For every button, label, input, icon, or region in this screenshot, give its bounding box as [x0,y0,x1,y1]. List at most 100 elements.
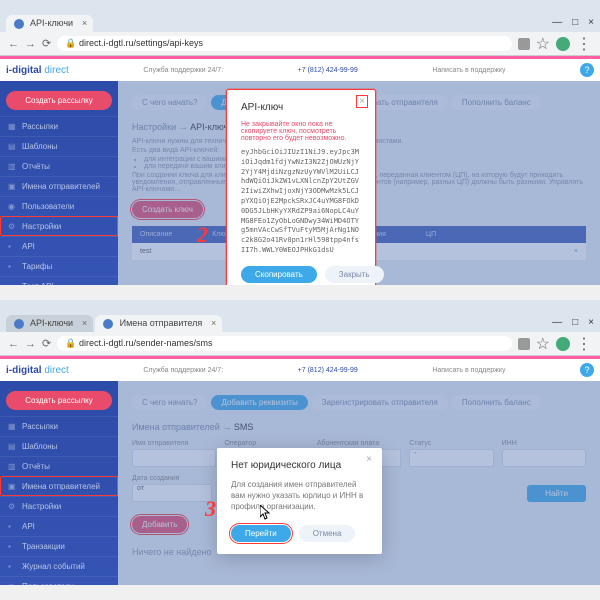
sidebar: Создать рассылку ▦Рассылки ▤Шаблоны ▥Отч… [0,81,118,285]
trans-icon: ▪ [8,542,17,551]
tab-title: Имена отправителя [120,318,203,328]
back-icon[interactable]: ← [8,338,19,350]
api-key-value: eyJhbGciOiJIUzI1NiJ9.eyJpc3MiOiJqdm1fdjY… [241,148,361,256]
close-icon[interactable]: × [357,96,367,107]
bookmark-icon[interactable]: ☆ [536,334,550,354]
sidebar-item[interactable]: ▪Транзакции [0,536,118,556]
maximize-icon[interactable]: □ [572,17,578,28]
support-phone[interactable]: +7 (812) 424-99-99 [298,67,358,74]
modal-title: API-ключ [241,102,361,113]
reload-icon[interactable]: ⟳ [42,37,51,50]
modal-warning: Не закрывайте окно пока не скопируете кл… [241,121,361,142]
forward-icon[interactable]: → [25,38,36,50]
callout-number: 3 [205,496,216,522]
close-button[interactable]: Закрыть [325,266,384,283]
profile-icon[interactable] [556,37,570,51]
sidebar-item[interactable]: ▥Отчёты [0,156,118,176]
sidebar-item[interactable]: ⚙Настройки [0,496,118,516]
sidebar-item[interactable]: ▥Отчёты [0,456,118,476]
report-icon: ▥ [8,162,17,171]
browser-tab-active[interactable]: Имена отправителя × [95,315,222,332]
help-icon[interactable]: ? [580,363,594,377]
test-icon: ▪ [8,282,17,285]
modal-title: Нет юридического лица [231,460,368,471]
browser-address-bar: ← → ⟳ 🔒 direct.i-dgtl.ru/settings/api-ke… [0,32,600,56]
close-icon[interactable]: × [211,318,216,328]
users-icon: ◉ [8,202,17,211]
sender-icon: ▣ [8,182,17,191]
browser-tab[interactable]: API-ключи × [6,315,93,332]
minimize-icon[interactable]: — [552,17,562,28]
window-controls: — □ × [552,317,594,332]
api-icon: ▪ [8,522,17,531]
close-icon[interactable]: × [82,318,87,328]
extension-icon[interactable] [518,38,530,50]
gear-icon: ⚙ [8,222,17,231]
close-icon[interactable]: × [364,454,374,465]
maximize-icon[interactable]: □ [572,317,578,328]
back-icon[interactable]: ← [8,38,19,50]
panel-sender-names: API-ключи × Имена отправителя × — □ × ← … [0,300,600,585]
forward-icon[interactable]: → [25,338,36,350]
create-campaign-button[interactable]: Создать рассылку [6,91,112,110]
go-button[interactable]: Перейти [231,525,291,542]
sidebar-item[interactable]: ▪API [0,516,118,536]
close-window-icon[interactable]: × [588,317,594,328]
sidebar-item[interactable]: ▣Имена отправителей [0,176,118,196]
write-support-link[interactable]: Написать в поддержку [432,367,505,374]
profile-icon[interactable] [556,337,570,351]
create-campaign-button[interactable]: Создать рассылку [6,391,112,410]
sidebar-item[interactable]: ▪Журнал событий [0,556,118,576]
template-icon: ▤ [8,442,17,451]
app-header: i-digital direct Служба поддержки 24/7: … [0,359,600,381]
url-input[interactable]: 🔒 direct.i-dgtl.ru/settings/api-keys [57,36,511,51]
gear-icon: ⚙ [8,502,17,511]
reload-icon[interactable]: ⟳ [42,337,51,350]
sender-icon: ▣ [8,482,17,491]
copy-button[interactable]: Скопировать [241,266,317,283]
sidebar-item[interactable]: ▤Шаблоны [0,436,118,456]
sidebar-item-sender-names[interactable]: ▣Имена отправителей [0,476,118,496]
bookmark-icon[interactable]: ☆ [536,34,550,54]
sidebar-item[interactable]: ▤Шаблоны [0,136,118,156]
url-input[interactable]: 🔒 direct.i-dgtl.ru/sender-names/sms [57,336,511,351]
sidebar-item[interactable]: ▪Тест API [0,276,118,285]
browser-address-bar: ← → ⟳ 🔒 direct.i-dgtl.ru/sender-names/sm… [0,332,600,356]
users-icon: ◉ [8,582,17,585]
window-controls: — □ × [552,17,594,32]
favicon [14,19,24,29]
write-support-link[interactable]: Написать в поддержку [432,67,505,74]
panel-api-key: API-ключи × — □ × ← → ⟳ 🔒 direct.i-dgtl.… [0,0,600,285]
sidebar-item[interactable]: ▪API [0,236,118,256]
close-window-icon[interactable]: × [588,17,594,28]
support-label: Служба поддержки 24/7: [143,67,223,74]
support-phone[interactable]: +7 (812) 424-99-99 [298,367,358,374]
list-icon: ▦ [8,122,17,131]
sidebar-item[interactable]: ◉Пользователи [0,196,118,216]
cursor-icon [260,505,272,521]
report-icon: ▥ [8,462,17,471]
legal-entity-modal: × Нет юридического лица Для создания име… [217,448,382,554]
app-header: i-digital direct Служба поддержки 24/7: … [0,59,600,81]
extension-icon[interactable] [518,338,530,350]
minimize-icon[interactable]: — [552,317,562,328]
sidebar-item[interactable]: ◉Пользователи [0,576,118,585]
lock-icon: 🔒 [65,38,76,48]
cancel-button[interactable]: Отмена [299,525,356,542]
sidebar-item-settings[interactable]: ⚙Настройки [0,216,118,236]
sidebar-item[interactable]: ▦Рассылки [0,416,118,436]
close-icon[interactable]: × [82,18,87,28]
tariff-icon: ▪ [8,262,17,271]
lock-icon: 🔒 [65,338,76,348]
browser-tabstrip: API-ключи × Имена отправителя × — □ × [0,300,600,332]
favicon [14,319,24,329]
sidebar-item[interactable]: ▦Рассылки [0,116,118,136]
browser-tab[interactable]: API-ключи × [6,15,93,32]
api-key-modal: × API-ключ Не закрывайте окно пока не ск… [227,90,375,285]
menu-icon[interactable]: ⋮ [576,34,592,54]
modal-description: Для создания имен отправителей вам нужно… [231,479,368,513]
browser-tabstrip: API-ключи × — □ × [0,0,600,32]
sidebar-item[interactable]: ▪Тарифы [0,256,118,276]
help-icon[interactable]: ? [580,63,594,77]
menu-icon[interactable]: ⋮ [576,334,592,354]
